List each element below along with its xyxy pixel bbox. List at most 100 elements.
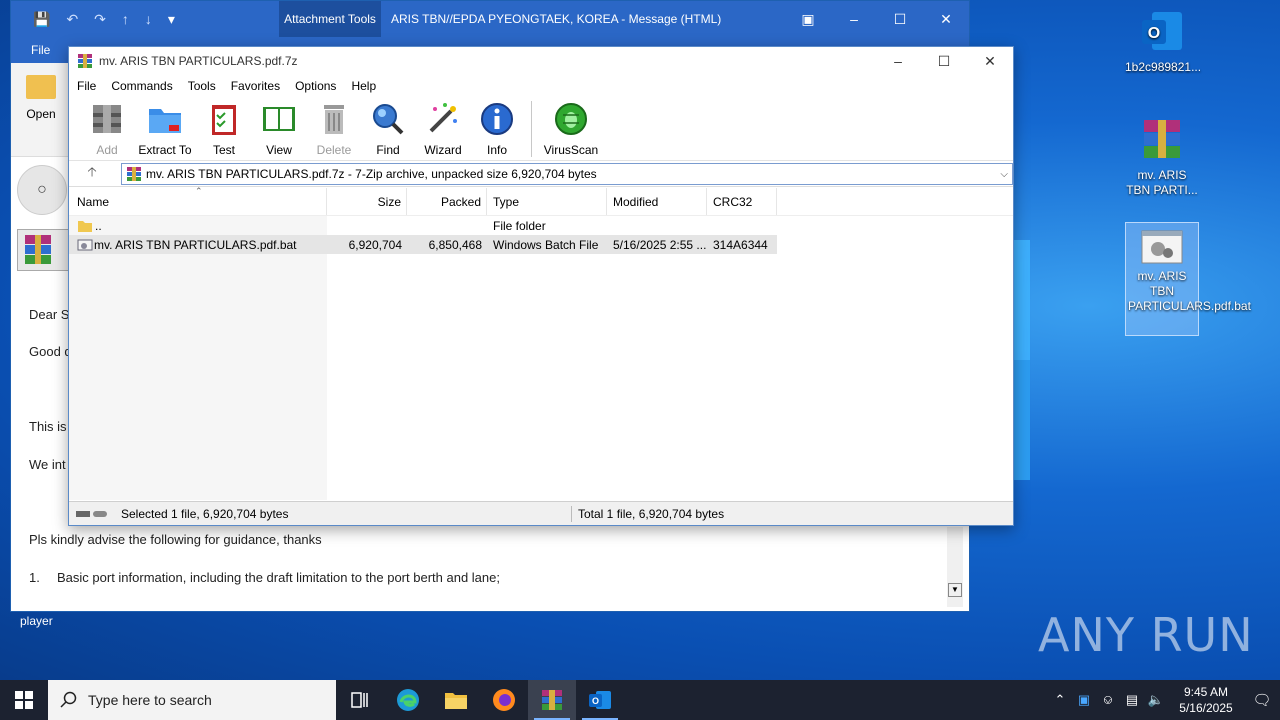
taskbar-winrar[interactable] — [528, 680, 576, 720]
network-icon[interactable]: ▤ — [1120, 692, 1144, 708]
attachment-tools-tab[interactable]: Attachment Tools — [279, 1, 381, 37]
ribbon-display-icon[interactable]: ▣ — [785, 1, 831, 37]
winrar-app-icon — [78, 54, 92, 68]
row-name: .. — [95, 218, 102, 233]
down-icon[interactable]: ↓ — [145, 11, 152, 28]
path-combobox[interactable]: mv. ARIS TBN PARTICULARS.pdf.7z - 7-Zip … — [121, 163, 1013, 185]
test-button[interactable]: Test — [197, 101, 251, 157]
quick-access-toolbar: 💾 ↶ ↷ ↑ ↓ ▾ — [11, 11, 175, 28]
player-label: player — [20, 614, 53, 628]
menu-favorites[interactable]: Favorites — [231, 79, 280, 93]
delete-button[interactable]: Delete — [307, 101, 361, 157]
up-icon[interactable]: ↑ — [122, 11, 129, 28]
menu-tools[interactable]: Tools — [188, 79, 216, 93]
taskbar-outlook[interactable]: O — [576, 680, 624, 720]
notifications-icon[interactable]: 🗨 — [1244, 691, 1280, 709]
maximize-button[interactable]: ☐ — [921, 47, 967, 75]
row-type: File folder — [493, 218, 546, 233]
column-name[interactable]: Name ⌃ — [69, 186, 327, 215]
taskbar-firefox[interactable] — [480, 680, 528, 720]
close-button[interactable]: ✕ — [967, 47, 1013, 75]
taskbar-search-box[interactable]: Type here to search — [48, 680, 336, 720]
table-row[interactable]: .. File folder — [69, 216, 1013, 235]
vertical-scrollbar[interactable]: ▼ — [947, 527, 963, 607]
start-button[interactable] — [0, 680, 48, 720]
svg-text:O: O — [592, 696, 599, 706]
taskbar: Type here to search O ⌃ ▣ ⎉ ▤ 🔈 9:45 AM … — [0, 680, 1280, 720]
redo-icon[interactable]: ↷ — [94, 11, 106, 28]
status-bar: Selected 1 file, 6,920,704 bytes Total 1… — [69, 501, 1013, 525]
usb-icon[interactable]: ⎉ — [1096, 692, 1120, 708]
column-packed[interactable]: Packed — [407, 188, 487, 215]
address-bar: 🡡 mv. ARIS TBN PARTICULARS.pdf.7z - 7-Zi… — [69, 161, 1013, 187]
wizard-wand-icon — [429, 103, 457, 133]
attachment-item[interactable] — [17, 229, 69, 271]
7zip-title-bar: mv. ARIS TBN PARTICULARS.pdf.7z – ☐ ✕ — [69, 47, 1013, 75]
anyrun-watermark: ANY RUN — [1038, 608, 1254, 662]
column-type[interactable]: Type — [487, 188, 607, 215]
extract-folder-icon — [149, 109, 181, 133]
file-list[interactable]: Name ⌃ Size Packed Type Modified CRC32 .… — [69, 186, 1013, 500]
chevron-up-icon[interactable]: ⌃ — [1048, 692, 1072, 708]
open-button[interactable]: Open — [25, 75, 57, 121]
email-list-number: 1. — [29, 570, 40, 585]
desktop-icon-outlook-file[interactable]: O 1b2c989821... — [1125, 8, 1202, 75]
edge-icon — [397, 689, 419, 711]
menu-commands[interactable]: Commands — [111, 79, 172, 93]
winrar-archive-icon — [25, 235, 51, 264]
save-icon[interactable]: 💾 — [33, 11, 50, 28]
virusscan-button[interactable]: VirusScan — [540, 101, 602, 157]
search-placeholder: Type here to search — [88, 692, 212, 708]
email-body-line: Dear Si — [29, 307, 73, 322]
scroll-down-icon[interactable]: ▼ — [948, 583, 962, 597]
outlook-title-bar: 💾 ↶ ↷ ↑ ↓ ▾ Attachment Tools ARIS TBN//E… — [11, 1, 969, 37]
taskbar-edge[interactable] — [384, 680, 432, 720]
wizard-label: Wizard — [424, 143, 462, 157]
taskbar-file-explorer[interactable] — [432, 680, 480, 720]
desktop-icon-label: 1b2c989821... — [1125, 60, 1202, 74]
winrar-archive-icon — [1138, 116, 1186, 164]
sender-avatar: ○ — [17, 165, 67, 215]
maximize-button[interactable]: ☐ — [877, 1, 923, 37]
info-icon — [481, 103, 513, 135]
menu-file[interactable]: File — [77, 79, 96, 93]
table-row[interactable]: mv. ARIS TBN PARTICULARS.pdf.bat 6,920,7… — [69, 235, 777, 254]
7zip-file-manager-window[interactable]: mv. ARIS TBN PARTICULARS.pdf.7z – ☐ ✕ Fi… — [68, 46, 1014, 526]
info-button[interactable]: Info — [471, 101, 523, 157]
path-text: mv. ARIS TBN PARTICULARS.pdf.7z - 7-Zip … — [146, 167, 597, 181]
extract-to-button[interactable]: Extract To — [133, 101, 197, 157]
undo-icon[interactable]: ↶ — [66, 11, 78, 28]
add-button[interactable]: Add — [81, 101, 133, 157]
find-button[interactable]: Find — [361, 101, 415, 157]
minimize-button[interactable]: – — [875, 47, 921, 75]
column-modified[interactable]: Modified — [607, 188, 707, 215]
view-button[interactable]: View — [251, 101, 307, 157]
file-tab[interactable]: File — [31, 43, 50, 57]
column-size[interactable]: Size — [327, 188, 407, 215]
outlook-tray-icon[interactable]: ▣ — [1072, 692, 1096, 708]
email-list-item: Basic port information, including the dr… — [57, 570, 500, 585]
sort-ascending-icon: ⌃ — [195, 186, 203, 196]
7zip-window-buttons: – ☐ ✕ — [875, 47, 1013, 75]
chevron-down-icon[interactable]: ⌵ — [1000, 169, 1008, 180]
desktop-icon-archive[interactable]: mv. ARIS TBN PARTI... — [1125, 116, 1199, 198]
minimize-button[interactable]: – — [831, 1, 877, 37]
task-view-button[interactable] — [336, 680, 384, 720]
row-name-cell: .. — [69, 219, 327, 233]
customize-icon[interactable]: ▾ — [168, 11, 175, 28]
menu-options[interactable]: Options — [295, 79, 336, 93]
menu-bar: File Commands Tools Favorites Options He… — [69, 75, 1013, 97]
close-button[interactable]: ✕ — [923, 1, 969, 37]
open-label: Open — [26, 107, 56, 121]
winrar-app-icon — [542, 690, 562, 710]
up-folder-icon[interactable]: 🡡 — [69, 163, 115, 185]
column-crc32[interactable]: CRC32 — [707, 188, 777, 215]
test-label: Test — [212, 143, 235, 157]
menu-help[interactable]: Help — [351, 79, 376, 93]
desktop-icon-label: mv. ARIS TBN PARTI... — [1126, 168, 1198, 197]
volume-icon[interactable]: 🔈 — [1144, 692, 1168, 708]
desktop-icon-bat-file[interactable]: mv. ARIS TBN PARTICULARS.pdf.bat — [1125, 222, 1251, 336]
wizard-button[interactable]: Wizard — [415, 101, 471, 157]
delete-label: Delete — [316, 143, 352, 157]
clock[interactable]: 9:45 AM 5/16/2025 — [1168, 684, 1244, 716]
